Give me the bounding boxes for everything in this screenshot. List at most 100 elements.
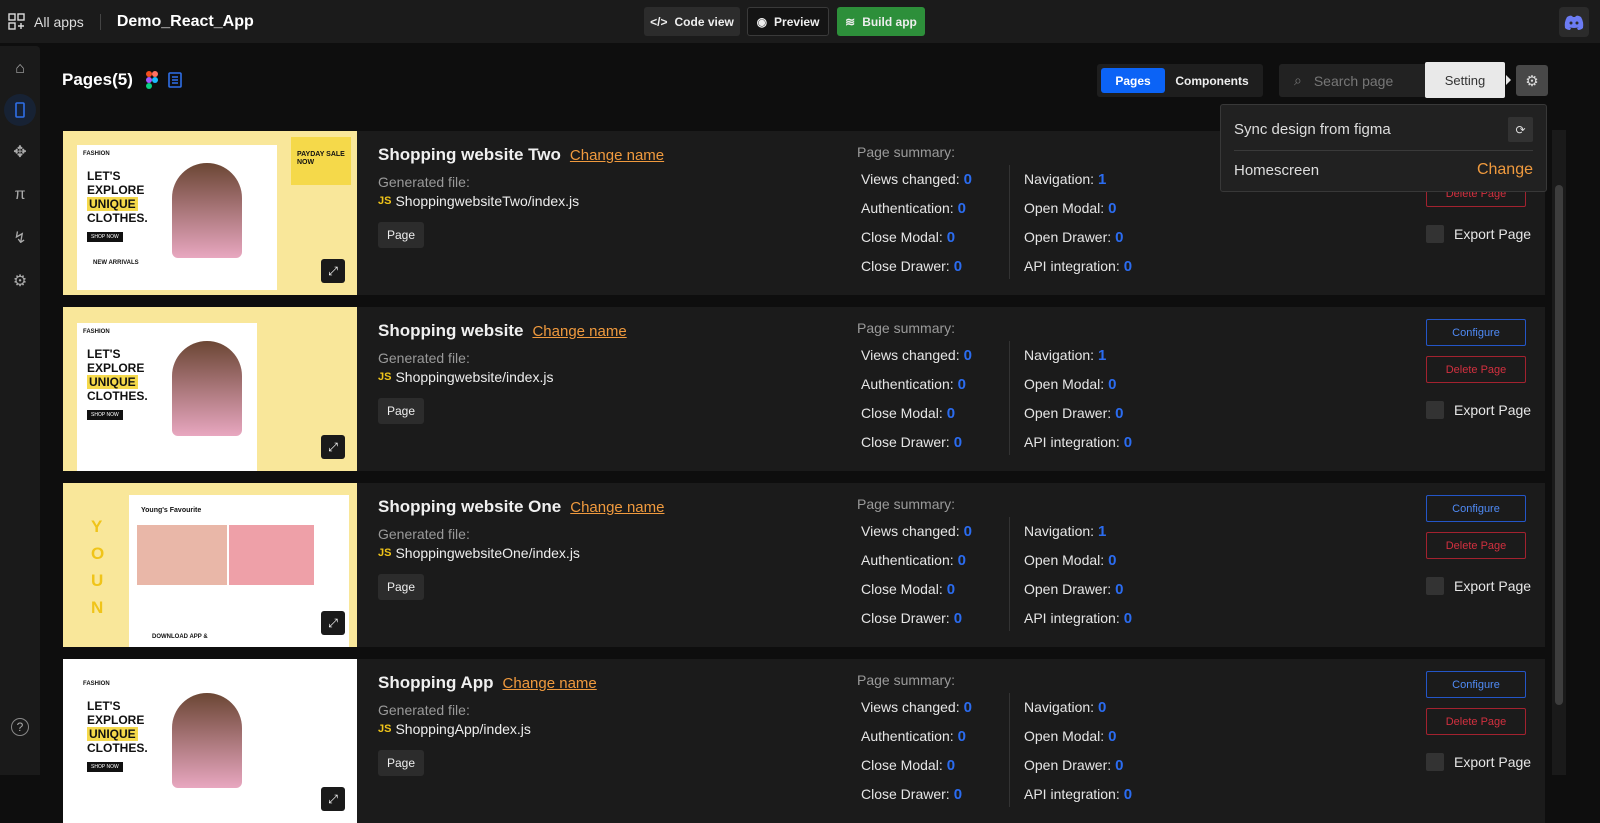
preview-button[interactable]: ◉ Preview [747,7,829,36]
js-icon: JS [378,371,392,383]
close-modal-value: 0 [946,229,956,246]
change-name-link[interactable]: Change name [570,147,664,164]
expand-button[interactable]: ⤢ [321,435,345,459]
divider [1234,150,1533,151]
thumbnail-new-arrivals: NEW ARRIVALS [91,259,141,267]
page-summary-label: Page summary: [857,144,956,160]
page-summary-label: Page summary: [857,672,956,688]
thumbnail-panel: FASHION LET'S EXPLORE UNIQUE CLOTHES. SHOP … [77,145,277,290]
thumbnail-model [172,693,242,788]
sync-label: Sync design from figma [1234,121,1391,138]
figma-icon[interactable] [145,71,158,89]
close-drawer-label: Close Drawer: [861,786,950,802]
api-integration-label: API integration: [1024,258,1120,274]
change-homescreen-link[interactable]: Change [1477,161,1533,179]
js-icon: JS [378,195,392,207]
views-changed-value: 0 [963,523,972,540]
api-integration-label: API integration: [1024,786,1120,802]
summary-left: Views changed: 0 Authentication: 0 Close M… [861,523,972,639]
open-modal-value: 0 [1108,728,1117,745]
sync-icon[interactable]: ⟳ [1508,117,1533,142]
thumbnail-hero: LET'S EXPLORE UNIQUE CLOTHES. SHOP NOW [87,169,148,242]
delete-page-button[interactable]: Delete Page [1426,356,1526,383]
pi-icon[interactable]: π [4,179,36,211]
checkbox[interactable] [1426,577,1444,595]
configure-button[interactable]: Configure [1426,319,1526,346]
settings-popup: Sync design from figma ⟳ Homescreen Change [1220,104,1547,192]
page-card: FASHION LET'S EXPLORE UNIQUE CLOTHES. SHOP … [63,307,1545,471]
open-drawer-value: 0 [1115,405,1124,422]
api-integration-value: 0 [1123,610,1133,627]
page-thumbnail[interactable]: FASHION LET'S EXPLORE UNIQUE CLOTHES. SHOP … [63,131,357,295]
pages-icon[interactable] [4,94,36,126]
thumbnail-hero: LET'S EXPLORE UNIQUE CLOTHES. SHOP NOW [87,347,148,420]
navigation-value: 0 [1098,699,1107,716]
help-icon[interactable]: ? [11,718,29,736]
export-page-checkbox[interactable]: Export Page [1426,577,1531,595]
home-icon[interactable]: ⌂ [4,53,36,85]
page-summary-label: Page summary: [857,320,956,336]
export-page-checkbox[interactable]: Export Page [1426,225,1531,243]
expand-button[interactable]: ⤢ [321,259,345,283]
checkbox[interactable] [1426,753,1444,771]
search-input[interactable]: ⌕ Search page [1279,64,1449,97]
open-drawer-label: Open Drawer: [1024,757,1112,773]
authentication-value: 0 [957,200,966,217]
components-icon[interactable]: ✥ [4,136,36,168]
delete-page-button[interactable]: Delete Page [1426,532,1526,559]
summary-left: Views changed: 0 Authentication: 0 Close M… [861,171,972,287]
page-thumbnail[interactable]: Young's Favourite YOUN DOWNLOAD APP & ⤢ [63,483,357,647]
change-name-link[interactable]: Change name [503,675,597,692]
export-page-checkbox[interactable]: Export Page [1426,753,1531,771]
checkbox[interactable] [1426,225,1444,243]
app-title: Demo_React_App [116,12,254,30]
page-card: Young's Favourite YOUN DOWNLOAD APP & ⤢ … [63,483,1545,647]
close-modal-label: Close Modal: [861,581,943,597]
close-drawer-value: 0 [953,786,963,803]
page-thumbnail[interactable]: FASHION LET'S EXPLORE UNIQUE CLOTHES. SHOP … [63,307,357,471]
open-modal-label: Open Modal: [1024,552,1105,568]
configure-button[interactable]: Configure [1426,671,1526,698]
authentication-label: Authentication: [861,552,954,568]
code-view-button[interactable]: </> Code view [644,7,740,36]
expand-button[interactable]: ⤢ [321,787,345,811]
thumbnail-favourite-title: Young's Favourite [141,507,202,514]
generated-file-label: Generated file: [378,526,470,542]
all-apps-button[interactable]: All apps [8,12,84,31]
homescreen-row: Homescreen Change [1234,161,1533,179]
tab-components[interactable]: Components [1165,68,1259,93]
top-bar: All apps Demo_React_App </> Code view ◉ Pr… [0,0,1600,43]
thumbnail-brand: FASHION [83,151,110,157]
summary-right: Navigation: 1 Open Modal: 0 Open Drawer: 0 … [1024,523,1132,639]
page-name: Shopping website One [378,497,562,516]
export-page-checkbox[interactable]: Export Page [1426,401,1531,419]
change-name-link[interactable]: Change name [570,499,664,516]
discord-button[interactable] [1559,7,1589,37]
api-integration-value: 0 [1123,258,1133,275]
scrollbar[interactable] [1552,130,1566,775]
thumbnail-photo [229,525,314,585]
checkbox[interactable] [1426,401,1444,419]
setting-button[interactable]: ⚙ [1516,65,1548,96]
open-drawer-value: 0 [1115,757,1124,774]
js-icon: JS [378,547,392,559]
flow-icon[interactable]: ↯ [4,222,36,254]
build-app-button[interactable]: ≋ Build app [837,7,925,36]
configure-button[interactable]: Configure [1426,495,1526,522]
navigation-value: 1 [1098,347,1107,364]
navigation-value: 1 [1098,171,1107,188]
tab-pages[interactable]: Pages [1101,68,1165,93]
settings-icon[interactable]: ⚙ [4,265,36,297]
change-name-link[interactable]: Change name [532,323,626,340]
js-icon: JS [378,723,392,735]
open-drawer-value: 0 [1115,581,1124,598]
page-thumbnail[interactable]: FASHION LET'S EXPLORE UNIQUE CLOTHES. SHOP … [63,659,357,823]
thumbnail-panel: FASHION LET'S EXPLORE UNIQUE CLOTHES. SHOP … [77,323,257,471]
thumbnail-favourite-panel [129,495,349,647]
expand-icon: ⤢ [328,615,338,630]
scrollbar-thumb[interactable] [1555,185,1563,705]
close-drawer-value: 0 [953,434,963,451]
delete-page-button[interactable]: Delete Page [1426,708,1526,735]
document-icon[interactable] [168,72,182,88]
expand-button[interactable]: ⤢ [321,611,345,635]
